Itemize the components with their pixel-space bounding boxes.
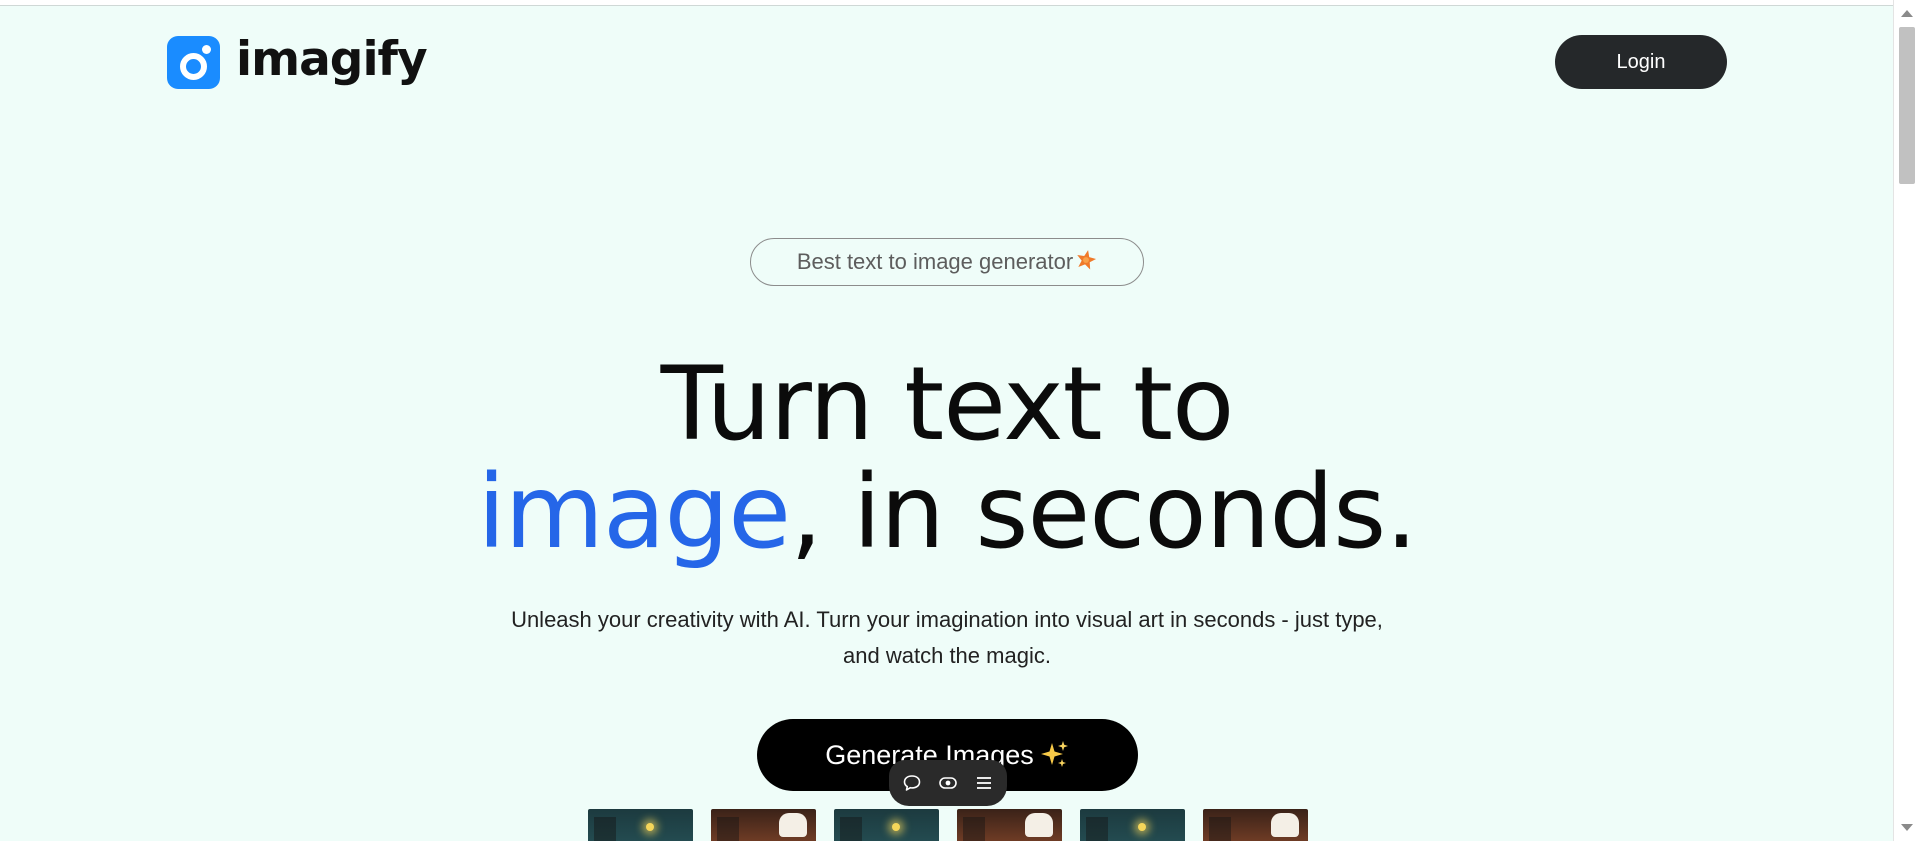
hero-headline: Turn text to image, in seconds. bbox=[360, 351, 1534, 567]
headline-line1: Turn text to bbox=[660, 345, 1235, 464]
vertical-scrollbar[interactable] bbox=[1893, 0, 1920, 841]
login-button[interactable]: Login bbox=[1555, 35, 1727, 89]
scroll-up-arrow-icon[interactable] bbox=[1901, 10, 1913, 17]
scrollbar-thumb[interactable] bbox=[1899, 27, 1915, 184]
logo-link[interactable]: imagify bbox=[167, 32, 428, 89]
headline-rest: , in seconds. bbox=[790, 453, 1418, 572]
logo-icon bbox=[167, 36, 220, 89]
star-icon bbox=[1077, 250, 1097, 270]
floating-toolbar bbox=[889, 760, 1007, 806]
hero-subtext: Unleash your creativity with AI. Turn yo… bbox=[511, 607, 1383, 668]
eye-icon[interactable] bbox=[936, 771, 960, 795]
badge-text: Best text to image generator bbox=[796, 249, 1074, 274]
sparkles-icon bbox=[1040, 741, 1068, 767]
headline-accent: image bbox=[477, 453, 791, 572]
menu-icon[interactable] bbox=[972, 771, 996, 795]
gallery-thumbnail[interactable] bbox=[957, 809, 1062, 841]
gallery-thumbnail[interactable] bbox=[834, 809, 939, 841]
gallery-thumbnail[interactable] bbox=[588, 809, 693, 841]
comment-icon[interactable] bbox=[900, 771, 924, 795]
gallery-thumbnails bbox=[588, 809, 1308, 841]
gallery-thumbnail[interactable] bbox=[711, 809, 816, 841]
logo-text: imagify bbox=[236, 32, 428, 87]
gallery-thumbnail[interactable] bbox=[1203, 809, 1308, 841]
hero-badge: Best text to image generator bbox=[750, 238, 1144, 286]
page: imagify Login Best text to image generat… bbox=[0, 6, 1894, 841]
scroll-down-arrow-icon[interactable] bbox=[1901, 824, 1913, 831]
gallery-thumbnail[interactable] bbox=[1080, 809, 1185, 841]
